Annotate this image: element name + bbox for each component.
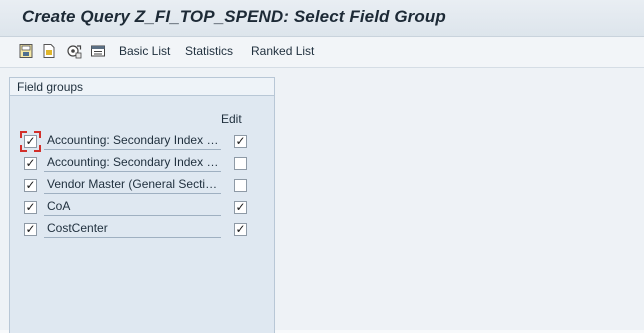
field-group-name[interactable]: CoA	[44, 198, 221, 216]
select-checkbox[interactable]: ✓	[24, 200, 37, 214]
ranked-list-button[interactable]: Ranked List	[251, 44, 314, 58]
title-bar: Create Query Z_FI_TOP_SPEND: Select Fiel…	[0, 0, 644, 37]
gear-refresh-icon[interactable]	[66, 43, 82, 59]
panel-title: Field groups	[17, 80, 84, 94]
field-group-name[interactable]: Vendor Master (General Section)	[44, 176, 221, 194]
main-content: Field groups Edit ✓ Accounting: Secondar…	[0, 68, 644, 333]
select-checkbox[interactable]: ✓	[20, 131, 41, 152]
edit-checkbox[interactable]: ✓	[234, 134, 247, 148]
field-group-row: ✓ Accounting: Secondary Index for Custom…	[10, 131, 274, 154]
page-title: Create Query Z_FI_TOP_SPEND: Select Fiel…	[22, 7, 446, 26]
field-group-row: ✓ CoA ✓	[10, 198, 274, 220]
panel-header: Field groups	[10, 78, 274, 96]
edit-checkbox[interactable]	[234, 157, 247, 170]
edit-checkbox[interactable]: ✓	[234, 222, 247, 236]
field-group-row: ✓ Accounting: Secondary Index for Custom…	[10, 154, 274, 176]
edit-column-header: Edit	[221, 112, 242, 126]
field-group-row: ✓ Vendor Master (General Section)	[10, 176, 274, 198]
field-group-name[interactable]: CostCenter	[44, 220, 221, 238]
statistics-button[interactable]: Statistics	[185, 44, 233, 58]
list-layout-icon[interactable]	[90, 43, 106, 59]
select-checkbox[interactable]: ✓	[24, 178, 37, 192]
edit-checkbox[interactable]: ✓	[234, 200, 247, 214]
save-variant-icon[interactable]	[18, 43, 34, 59]
field-groups-panel: Field groups Edit ✓ Accounting: Secondar…	[9, 77, 275, 333]
basic-list-button[interactable]: Basic List	[119, 44, 170, 58]
select-checkbox[interactable]: ✓	[24, 222, 37, 236]
edit-checkbox[interactable]	[234, 179, 247, 192]
field-group-row: ✓ CostCenter ✓	[10, 220, 274, 242]
select-checkbox[interactable]: ✓	[24, 156, 37, 170]
document-icon[interactable]	[41, 43, 57, 59]
field-group-name[interactable]: Accounting: Secondary Index for Customer…	[44, 154, 221, 172]
application-toolbar: Basic List Statistics Ranked List	[0, 37, 644, 68]
field-group-name[interactable]: Accounting: Secondary Index for Customer…	[44, 132, 221, 150]
